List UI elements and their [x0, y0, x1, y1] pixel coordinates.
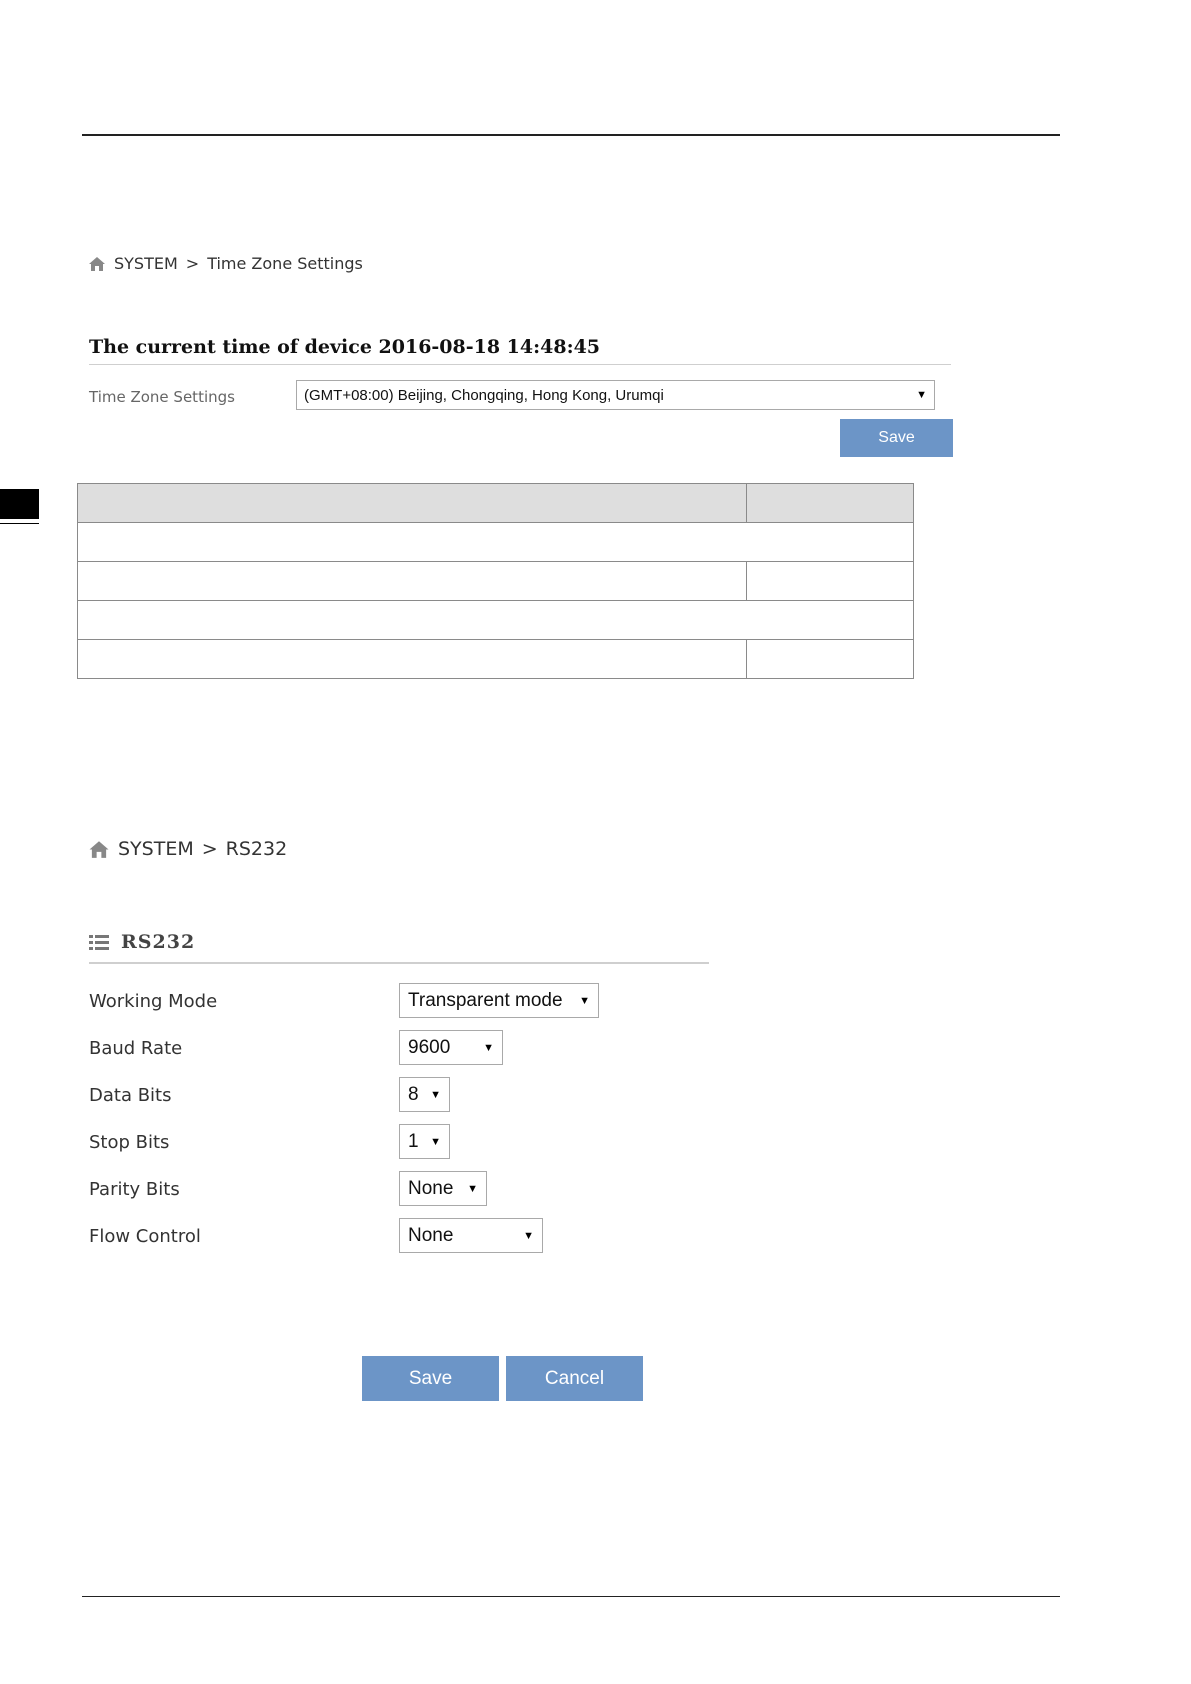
breadcrumb-root[interactable]: SYSTEM — [118, 838, 194, 860]
chapter-tab-underline — [0, 523, 39, 524]
working-mode-select[interactable]: Transparent mode ▼ — [399, 983, 599, 1018]
parity-bits-select[interactable]: None ▼ — [399, 1171, 487, 1206]
table-cell — [746, 561, 914, 601]
top-rule — [82, 134, 1060, 136]
dropdown-arrow-icon: ▼ — [523, 1229, 534, 1242]
parity-bits-value: None — [408, 1177, 454, 1199]
baud-rate-select[interactable]: 9600 ▼ — [399, 1030, 503, 1065]
stop-bits-value: 1 — [408, 1130, 419, 1152]
table-cell — [77, 600, 914, 640]
table-row — [77, 522, 914, 562]
dropdown-arrow-icon: ▼ — [579, 994, 590, 1007]
baud-rate-value: 9600 — [408, 1036, 451, 1058]
breadcrumb: SYSTEM > Time Zone Settings — [88, 254, 363, 273]
current-time-heading: The current time of device 2016-08-18 14… — [89, 336, 951, 365]
flow-control-value: None — [408, 1224, 454, 1246]
timezone-select[interactable]: (GMT+08:00) Beijing, Chongqing, Hong Kon… — [296, 380, 935, 410]
data-bits-value: 8 — [408, 1083, 419, 1105]
working-mode-label: Working Mode — [89, 991, 218, 1012]
table-cell — [746, 639, 914, 679]
stop-bits-select[interactable]: 1 ▼ — [399, 1124, 450, 1159]
table-row — [77, 561, 914, 601]
stop-bits-label: Stop Bits — [89, 1132, 170, 1153]
table-cell — [77, 639, 747, 679]
current-time-label: The current time of device — [89, 336, 372, 358]
breadcrumb-current: RS232 — [225, 838, 288, 860]
timezone-label: Time Zone Settings — [89, 388, 235, 406]
breadcrumb-root[interactable]: SYSTEM — [114, 254, 178, 273]
table-row — [77, 600, 914, 640]
table-header-cell — [77, 483, 747, 523]
data-bits-select[interactable]: 8 ▼ — [399, 1077, 450, 1112]
bottom-rule — [82, 1596, 1060, 1597]
dropdown-arrow-icon: ▼ — [430, 1088, 441, 1101]
rs232-cancel-button[interactable]: Cancel — [506, 1356, 643, 1401]
rs232-title: RS232 — [121, 931, 196, 953]
flow-control-select[interactable]: None ▼ — [399, 1218, 543, 1253]
timezone-save-button[interactable]: Save — [840, 419, 953, 457]
table-header-row — [77, 483, 914, 523]
table-cell — [77, 561, 747, 601]
rs232-section-title: RS232 — [89, 931, 709, 964]
rs232-save-button[interactable]: Save — [362, 1356, 499, 1401]
table-row — [77, 639, 914, 679]
home-icon[interactable] — [88, 256, 106, 272]
breadcrumb-separator: > — [201, 838, 218, 860]
timezone-selected-value: (GMT+08:00) Beijing, Chongqing, Hong Kon… — [304, 386, 664, 404]
breadcrumb: SYSTEM > RS232 — [88, 838, 287, 860]
dropdown-arrow-icon: ▼ — [430, 1135, 441, 1148]
breadcrumb-current: Time Zone Settings — [207, 254, 363, 273]
working-mode-value: Transparent mode — [408, 989, 563, 1011]
dropdown-arrow-icon: ▼ — [916, 389, 927, 401]
table-cell — [77, 522, 914, 562]
parity-bits-label: Parity Bits — [89, 1179, 180, 1200]
flow-control-label: Flow Control — [89, 1226, 201, 1247]
dropdown-arrow-icon: ▼ — [483, 1041, 494, 1054]
list-icon — [89, 934, 109, 951]
chapter-tab-marker — [0, 489, 39, 519]
empty-parameter-table — [77, 483, 914, 679]
table-header-cell — [746, 483, 914, 523]
home-icon[interactable] — [88, 840, 110, 859]
baud-rate-label: Baud Rate — [89, 1038, 183, 1059]
dropdown-arrow-icon: ▼ — [467, 1182, 478, 1195]
data-bits-label: Data Bits — [89, 1085, 172, 1106]
current-time-value: 2016-08-18 14:48:45 — [378, 336, 601, 358]
breadcrumb-separator: > — [185, 254, 200, 273]
